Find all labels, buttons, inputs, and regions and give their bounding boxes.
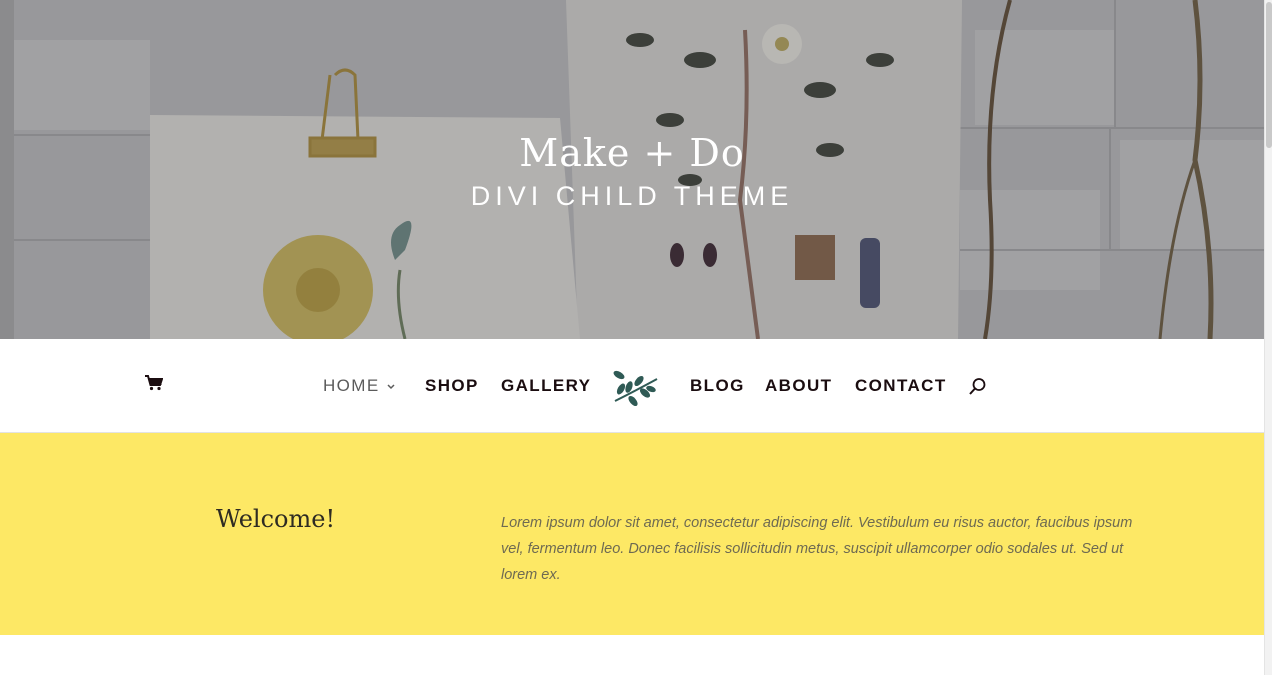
chevron-down-icon[interactable]: [386, 383, 396, 391]
nav-item-home[interactable]: HOME: [323, 376, 380, 396]
nav-item-about[interactable]: ABOUT: [765, 376, 832, 396]
nav-item-contact[interactable]: CONTACT: [855, 376, 947, 396]
leaf-branch-logo-icon[interactable]: [609, 367, 661, 407]
nav-item-blog[interactable]: BLOG: [690, 376, 745, 396]
search-icon[interactable]: [968, 377, 987, 396]
scrollbar-thumb[interactable]: [1266, 2, 1272, 148]
hero-banner: Make + Do DIVI CHILD THEME: [0, 0, 1264, 339]
shopping-cart-icon[interactable]: [145, 375, 163, 391]
page-scrollbar[interactable]: [1264, 0, 1272, 675]
welcome-heading: Welcome!: [216, 505, 336, 533]
welcome-section: Welcome! Lorem ipsum dolor sit amet, con…: [0, 433, 1264, 635]
nav-item-gallery[interactable]: GALLERY: [501, 376, 591, 396]
site-title[interactable]: Make + Do: [0, 131, 1264, 175]
welcome-paragraph: Lorem ipsum dolor sit amet, consectetur …: [501, 515, 1133, 583]
nav-item-shop[interactable]: SHOP: [425, 376, 479, 396]
main-navigation: HOME SHOP GALLERY BLOG ABOUT CONTACT: [0, 339, 1264, 433]
site-tagline: DIVI CHILD THEME: [470, 181, 794, 211]
